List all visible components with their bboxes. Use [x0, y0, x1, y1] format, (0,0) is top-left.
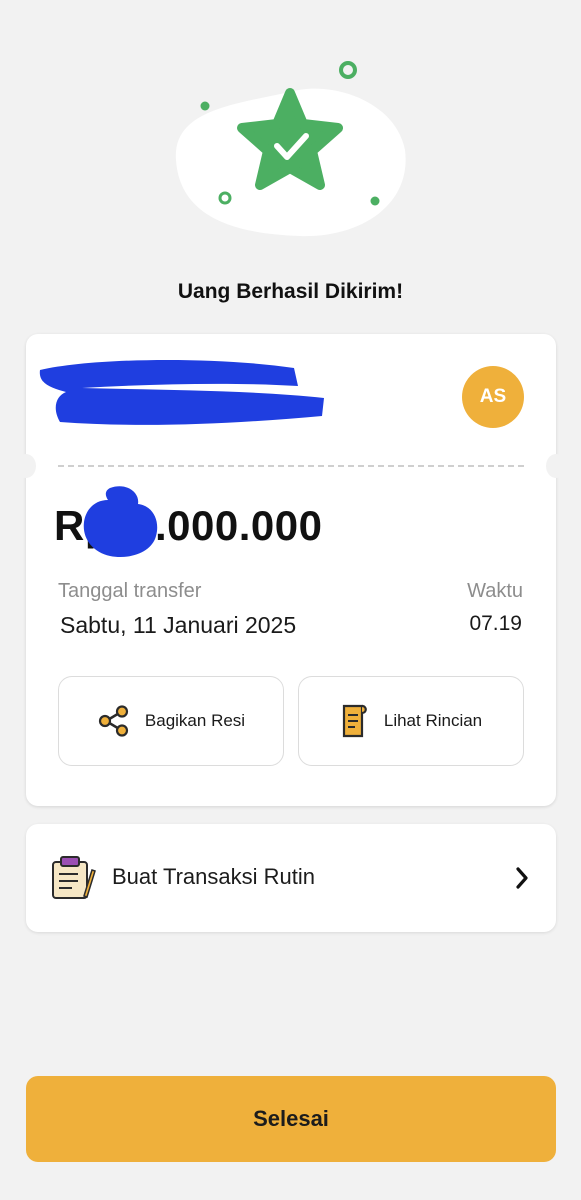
success-illustration — [175, 61, 406, 237]
redaction-mark — [39, 359, 324, 425]
time-value: 07.19 — [469, 612, 522, 635]
time-label: Waktu — [467, 580, 523, 602]
routine-label: Buat Transaksi Rutin — [112, 864, 315, 889]
done-button[interactable]: Selesai — [26, 1076, 556, 1162]
divider — [58, 465, 524, 467]
share-icon — [98, 705, 129, 737]
share-receipt-button[interactable]: Bagikan Resi — [58, 676, 284, 766]
routine-transaction-row[interactable]: Buat Transaksi Rutin — [26, 824, 556, 932]
chevron-right-icon — [516, 867, 528, 889]
redaction-mark — [83, 486, 158, 558]
date-value: Sabtu, 11 Januari 2025 — [60, 612, 297, 638]
decor-dot-icon — [370, 196, 380, 206]
date-label: Tanggal transfer — [58, 580, 202, 602]
clipboard-icon — [52, 856, 96, 899]
view-details-button[interactable]: Lihat Rincian — [298, 676, 524, 766]
decor-ring-icon — [339, 61, 357, 79]
share-label: Bagikan Resi — [144, 711, 246, 730]
decor-dot-icon — [200, 101, 210, 111]
success-title: Uang Berhasil Dikirim! — [177, 280, 404, 303]
receipt-icon — [342, 704, 367, 738]
avatar: AS — [462, 366, 524, 428]
receipt-card: •••••••115 AS Rp.000.000 Tanggal transfe… — [16, 334, 566, 806]
details-label: Lihat Rincian — [383, 711, 483, 730]
